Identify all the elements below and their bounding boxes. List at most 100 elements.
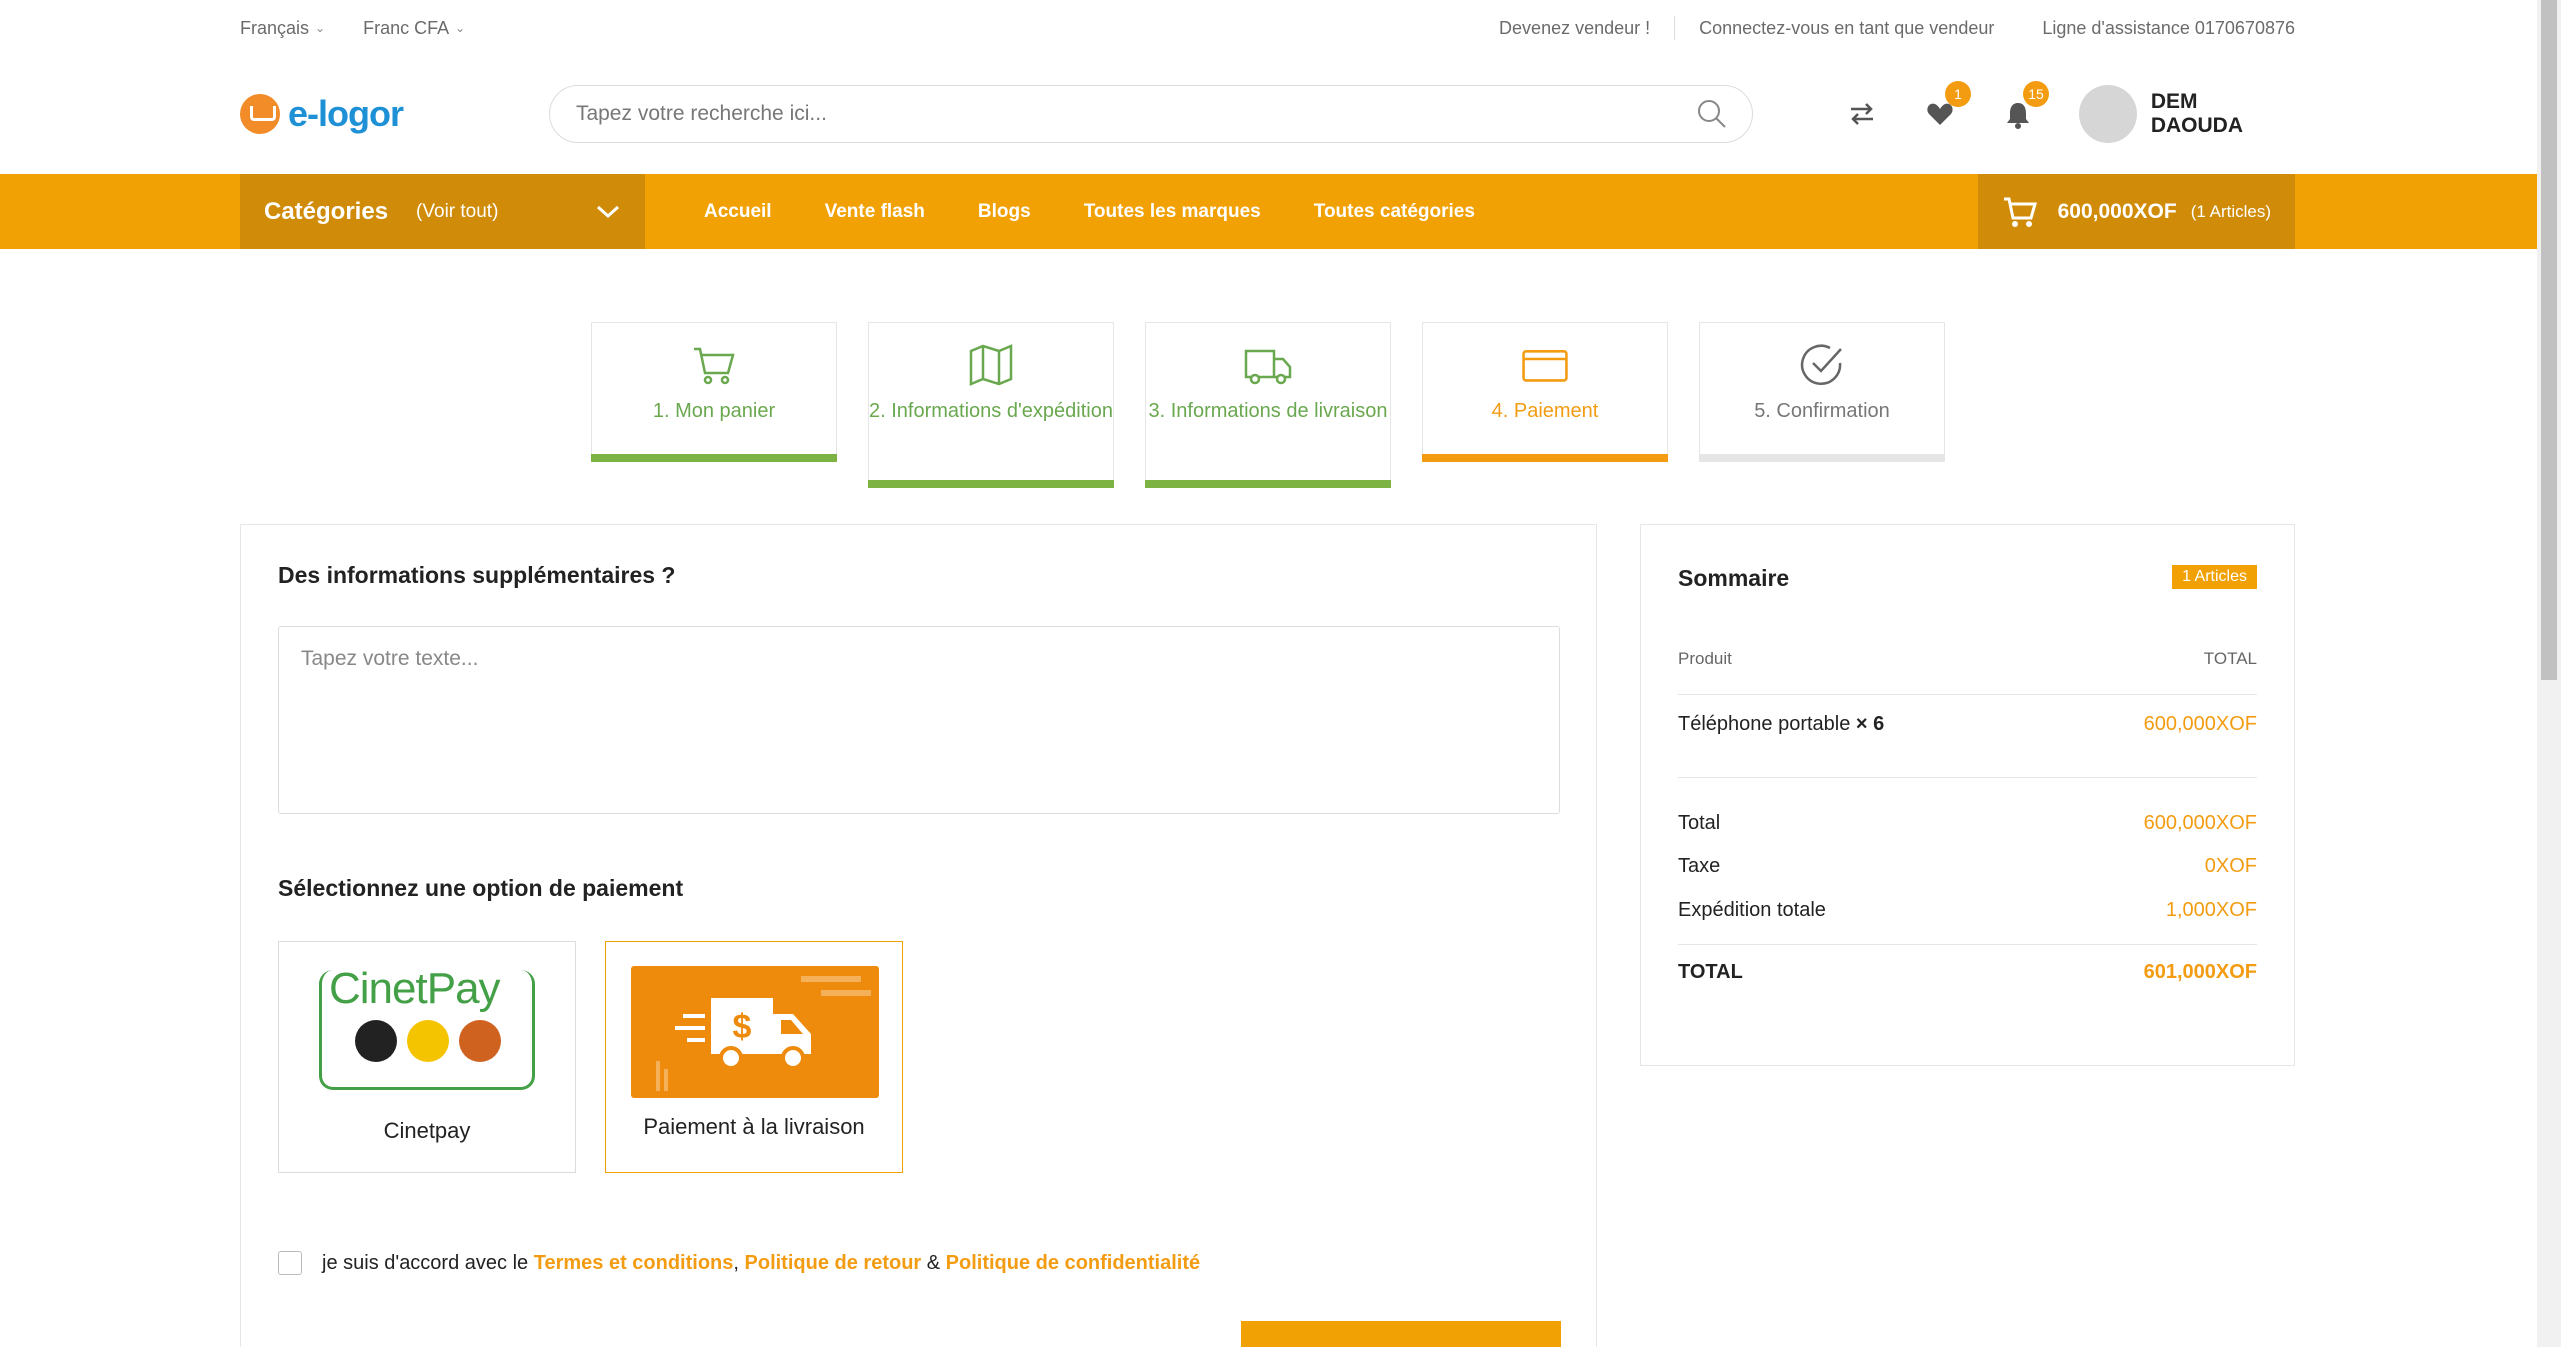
nav-link-flash-sale[interactable]: Vente flash (825, 201, 925, 223)
user-menu[interactable]: DEM DAOUDA (2079, 85, 2295, 143)
language-label: Français (240, 17, 310, 38)
compare-icon[interactable] (1845, 97, 1879, 131)
become-seller-link[interactable]: Devenez vendeur ! (1499, 18, 1650, 39)
categories-dropdown[interactable]: Catégories (Voir tout) (240, 174, 645, 249)
checkout-steps: 1. Mon panier 2. Informations d'expéditi… (591, 322, 1945, 488)
total-row: Total 600,000XOF (1678, 812, 2257, 835)
privacy-policy-link[interactable]: Politique de confidentialité (946, 1252, 1200, 1275)
currency-label: Franc CFA (363, 17, 450, 38)
shipping-label: Expédition totale (1678, 899, 1826, 921)
map-icon (969, 344, 1013, 386)
step-payment[interactable]: 4. Paiement (1422, 322, 1668, 462)
chevron-down-icon: ⌄ (315, 21, 326, 35)
summary-header-row: Produit TOTAL (1678, 649, 2257, 669)
item-name: Téléphone portable (1678, 713, 1851, 735)
step-progress-bar (591, 454, 837, 462)
terms-prefix: je suis d'accord avec le (322, 1251, 529, 1274)
step-label: 2. Informations d'expédition (869, 400, 1113, 422)
step-delivery-info[interactable]: 3. Informations de livraison (1145, 322, 1391, 488)
complete-order-button[interactable] (1241, 1321, 1561, 1347)
step-label: 3. Informations de livraison (1148, 400, 1388, 422)
chevron-down-icon (596, 205, 620, 218)
summary-item-row: Téléphone portable × 6 600,000XOF (1678, 713, 2257, 736)
cart-icon (694, 347, 735, 385)
payment-option-title: Sélectionnez une option de paiement (278, 875, 684, 901)
items-count-badge: 1 Articles (2172, 565, 2257, 589)
payment-card: Des informations supplémentaires ? Tapez… (240, 524, 1597, 1347)
step-confirmation[interactable]: 5. Confirmation (1699, 322, 1945, 462)
payment-option-name: Cinetpay (383, 1118, 471, 1143)
grand-total-label: TOTAL (1678, 961, 1743, 983)
nav-link-blogs[interactable]: Blogs (978, 201, 1031, 223)
total-label: Total (1678, 812, 1721, 834)
truck-icon (1244, 349, 1292, 385)
logo-text: e-logor (288, 93, 404, 134)
divider (1674, 16, 1676, 40)
payment-option-cinetpay[interactable]: CinetPay Cinetpay (278, 941, 576, 1173)
tax-label: Taxe (1678, 855, 1721, 877)
currency-dropdown[interactable]: Franc CFA ⌄ (363, 18, 465, 39)
header: e-logor 1 (240, 60, 2295, 168)
return-policy-link[interactable]: Politique de retour (745, 1252, 922, 1275)
see-all-link[interactable]: (Voir tout) (416, 201, 498, 223)
categories-label: Catégories (264, 197, 389, 225)
item-price: 600,000XOF (2143, 713, 2257, 735)
avatar (2079, 85, 2137, 143)
terms-link[interactable]: Termes et conditions (534, 1252, 734, 1275)
cart-icon (2003, 197, 2037, 227)
step-label: 5. Confirmation (1754, 400, 1890, 422)
textarea-placeholder: Tapez votre texte... (301, 647, 479, 670)
svg-text:$: $ (733, 1008, 752, 1046)
language-dropdown[interactable]: Français ⌄ (240, 18, 325, 39)
terms-agreement: je suis d'accord avec le Termes et condi… (278, 1251, 1200, 1275)
extra-info-textarea[interactable]: Tapez votre texte... (278, 626, 1560, 814)
cinetpay-logo-text: CinetPay (329, 964, 501, 1013)
main-nav: Catégories (Voir tout) Accueil Vente fla… (0, 174, 2537, 249)
tax-row: Taxe 0XOF (1678, 855, 2257, 878)
cart-count: (1 Articles) (2190, 201, 2271, 221)
scrollbar-thumb[interactable] (2541, 0, 2557, 680)
shipping-row: Expédition totale 1,000XOF (1678, 899, 2257, 922)
page-scrollbar[interactable] (2537, 0, 2561, 1347)
seller-login-link[interactable]: Connectez-vous en tant que vendeur (1699, 18, 1994, 39)
terms-comma: , (733, 1251, 739, 1274)
search-input[interactable] (573, 101, 1697, 127)
moov-money-icon (459, 1020, 501, 1062)
col-total: TOTAL (2203, 649, 2257, 668)
step-shipping-info[interactable]: 2. Informations d'expédition (868, 322, 1114, 488)
logo[interactable]: e-logor (240, 93, 549, 135)
item-qty: × 6 (1855, 713, 1885, 735)
top-bar: Français ⌄ Franc CFA ⌄ Devenez vendeur !… (240, 0, 2295, 56)
chevron-down-icon: ⌄ (455, 21, 466, 35)
search-icon[interactable] (1696, 98, 1728, 130)
step-progress-bar (1145, 480, 1391, 488)
cart-logo-icon (240, 94, 280, 134)
divider (1678, 777, 2257, 778)
total-value: 600,000XOF (2143, 812, 2257, 834)
mtn-money-icon (407, 1020, 449, 1062)
orange-money-icon (355, 1020, 397, 1062)
step-cart[interactable]: 1. Mon panier (591, 322, 837, 462)
nav-link-brands[interactable]: Toutes les marques (1084, 201, 1261, 223)
tax-value: 0XOF (2204, 855, 2257, 877)
step-label: 4. Paiement (1491, 400, 1599, 422)
extra-info-title: Des informations supplémentaires ? (278, 562, 676, 588)
cart-amount: 600,000XOF (2057, 199, 2177, 223)
order-summary: Sommaire 1 Articles Produit TOTAL Téléph… (1640, 524, 2295, 1066)
step-progress-bar (1699, 454, 1945, 462)
payment-option-cash-on-delivery[interactable]: $ Paiement à la livraison (605, 941, 903, 1173)
step-progress-bar (868, 480, 1114, 488)
terms-checkbox[interactable] (278, 1251, 302, 1275)
cart-button[interactable]: 600,000XOF (1 Articles) (1977, 174, 2295, 249)
credit-card-icon (1522, 350, 1568, 382)
nav-link-categories[interactable]: Toutes catégories (1314, 201, 1475, 223)
wishlist-button[interactable]: 1 (1923, 81, 1972, 131)
grand-total-value: 601,000XOF (2143, 961, 2257, 983)
terms-amp: & (926, 1251, 941, 1274)
col-product: Produit (1678, 649, 1732, 668)
notifications-count-badge: 15 (2023, 81, 2050, 107)
user-name: DEM DAOUDA (2150, 90, 2244, 137)
wishlist-count-badge: 1 (1945, 81, 1972, 107)
nav-link-home[interactable]: Accueil (704, 201, 772, 223)
notifications-button[interactable]: 15 (2001, 81, 2050, 131)
